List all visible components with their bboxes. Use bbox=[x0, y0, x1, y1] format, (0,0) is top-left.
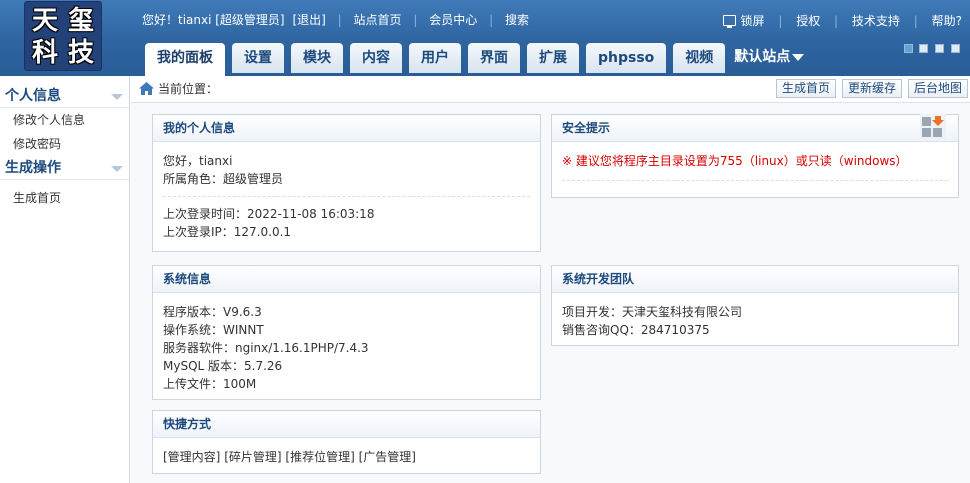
top-nav: 您好！tianxi [超级管理员] [退出] | 站点首页 | 会员中心 | 搜… bbox=[142, 11, 529, 29]
upload-limit: 上传文件：100M bbox=[163, 377, 257, 391]
operating-system: 操作系统：WINNT bbox=[163, 323, 264, 337]
chevron-down-icon bbox=[792, 53, 805, 61]
main-tabs: 我的面板 设置 模块 内容 用户 界面 扩展 phpsso 视频 默认站点 bbox=[145, 43, 805, 76]
system-info-panel: 系统信息 程序版本：V9.6.3 操作系统：WINNT 服务器软件：nginx/… bbox=[152, 265, 541, 400]
tab-content[interactable]: 内容 bbox=[350, 43, 402, 73]
site-select-label: 默认站点 bbox=[734, 49, 791, 65]
quick-actions: 生成首页 更新缓存 后台地图 bbox=[770, 79, 968, 98]
sidebar-item-change-password[interactable]: 修改密码 bbox=[0, 132, 129, 156]
layout-toggle-icon[interactable] bbox=[919, 44, 929, 53]
logo-char: 天 bbox=[31, 6, 58, 36]
logo[interactable]: 天 玺 科 技 bbox=[24, 1, 102, 71]
site-home-link[interactable]: 站点首页 bbox=[354, 11, 402, 29]
home-icon bbox=[139, 82, 154, 95]
layout-toggle-icon[interactable] bbox=[903, 44, 913, 53]
admin-map-button[interactable]: 后台地图 bbox=[907, 79, 968, 98]
shortcut-fragment-manage[interactable]: [碎片管理] bbox=[224, 450, 281, 464]
tab-users[interactable]: 用户 bbox=[409, 43, 461, 73]
update-cache-button[interactable]: 更新缓存 bbox=[841, 79, 902, 98]
panel-title: 系统开发团队 bbox=[552, 266, 958, 293]
tab-settings[interactable]: 设置 bbox=[232, 43, 284, 73]
tech-support-link[interactable]: 技术支持 bbox=[852, 12, 900, 30]
logo-char: 技 bbox=[67, 38, 94, 68]
generate-home-button[interactable]: 生成首页 bbox=[775, 79, 836, 98]
security-panel: 安全提示 ※ 建议您将程序主目录设置为755（linux）或只读（windows… bbox=[551, 114, 959, 198]
sidebar-group-title: 个人信息 bbox=[5, 88, 61, 104]
lock-screen-link[interactable]: 锁屏 bbox=[740, 12, 764, 30]
sidebar-group-title: 生成操作 bbox=[5, 160, 61, 176]
security-tip: ※ 建议您将程序主目录设置为755（linux）或只读（windows） bbox=[562, 154, 908, 168]
profile-panel: 我的个人信息 您好，tianxi 所属角色：超级管理员 上次登录时间：2022-… bbox=[152, 114, 541, 252]
last-login-ip: 上次登录IP：127.0.0.1 bbox=[163, 225, 292, 239]
role-text: 所属角色：超级管理员 bbox=[163, 172, 284, 186]
top-right-nav: 锁屏 | 授权 | 技术支持 | 帮助? bbox=[723, 11, 962, 29]
help-link[interactable]: 帮助? bbox=[932, 12, 962, 30]
panel-title: 快捷方式 bbox=[153, 411, 540, 438]
sales-qq-text: 销售咨询QQ：284710375 bbox=[562, 323, 710, 337]
server-software: 服务器软件：nginx/1.16.1PHP/7.4.3 bbox=[163, 341, 369, 355]
tab-modules[interactable]: 模块 bbox=[291, 43, 343, 73]
sidebar-item-generate-home[interactable]: 生成首页 bbox=[0, 186, 129, 210]
authorize-link[interactable]: 授权 bbox=[796, 12, 820, 30]
breadcrumb-label: 当前位置： bbox=[158, 82, 219, 96]
search-link[interactable]: 搜索 bbox=[505, 11, 529, 29]
logo-char: 玺 bbox=[67, 6, 94, 36]
shortcut-ad-manage[interactable]: [广告管理] bbox=[359, 450, 416, 464]
sidebar-group-personal[interactable]: 个人信息 bbox=[0, 84, 129, 108]
last-login-time: 上次登录时间：2022-11-08 16:03:18 bbox=[163, 207, 375, 221]
top-header: 天 玺 科 技 您好！tianxi [超级管理员] [退出] | 站点首页 | … bbox=[0, 0, 970, 76]
shortcut-manage-content[interactable]: [管理内容] bbox=[163, 450, 220, 464]
tab-interface[interactable]: 界面 bbox=[468, 43, 520, 73]
panel-title: 安全提示 bbox=[552, 115, 958, 142]
tab-video[interactable]: 视频 bbox=[673, 43, 726, 73]
collapse-icon[interactable] bbox=[111, 94, 123, 100]
program-version: 程序版本：V9.6.3 bbox=[163, 305, 262, 319]
site-select[interactable]: 默认站点 bbox=[734, 43, 805, 73]
layout-toggle-icon[interactable] bbox=[951, 44, 960, 53]
logo-char: 科 bbox=[31, 38, 58, 68]
collapse-icon[interactable] bbox=[111, 166, 123, 172]
panel-title: 我的个人信息 bbox=[153, 115, 540, 142]
shortcut-position-manage[interactable]: [推荐位管理] bbox=[285, 450, 354, 464]
lock-screen-icon bbox=[723, 15, 737, 28]
tab-my-panel[interactable]: 我的面板 bbox=[145, 43, 225, 76]
sidebar-group-generate[interactable]: 生成操作 bbox=[0, 156, 129, 180]
tab-extensions[interactable]: 扩展 bbox=[527, 43, 579, 73]
shield-icon bbox=[920, 114, 946, 140]
tab-phpsso[interactable]: phpsso bbox=[586, 43, 667, 73]
member-center-link[interactable]: 会员中心 bbox=[429, 11, 477, 29]
user-greeting: 您好！tianxi [超级管理员] bbox=[142, 13, 285, 27]
layout-toggle-icon[interactable] bbox=[935, 44, 945, 53]
logout-link[interactable]: [退出] bbox=[292, 11, 325, 29]
shortcuts-panel: 快捷方式 [管理内容] [碎片管理] [推荐位管理] [广告管理] bbox=[152, 410, 541, 474]
hello-text: 您好，tianxi bbox=[163, 154, 233, 168]
window-controls bbox=[901, 42, 960, 53]
mysql-version: MySQL 版本：5.7.26 bbox=[163, 359, 283, 373]
panel-title: 系统信息 bbox=[153, 266, 540, 293]
breadcrumb: 当前位置： 生成首页 更新缓存 后台地图 bbox=[131, 76, 970, 103]
left-sidebar: 个人信息 修改个人信息 修改密码 生成操作 生成首页 bbox=[0, 76, 130, 483]
developer-text: 项目开发：天津天玺科技有限公司 bbox=[562, 305, 743, 319]
main-content: 当前位置： 生成首页 更新缓存 后台地图 我的个人信息 您好，tianxi 所属角色… bbox=[131, 76, 970, 483]
dev-team-panel: 系统开发团队 项目开发：天津天玺科技有限公司 销售咨询QQ：284710375 bbox=[551, 265, 959, 346]
sidebar-item-edit-profile[interactable]: 修改个人信息 bbox=[0, 108, 129, 132]
